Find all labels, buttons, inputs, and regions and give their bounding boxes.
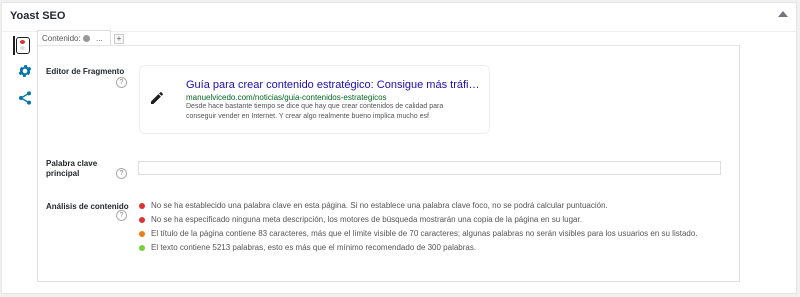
tab-status-dot xyxy=(83,35,90,42)
analysis-result-text: El título de la página contiene 83 carac… xyxy=(151,229,698,238)
analysis-result-text: El texto contiene 5213 palabras, esto es… xyxy=(151,243,477,252)
content-analysis-label: Análisis de contenido xyxy=(46,202,129,211)
analysis-result: El título de la página contiene 83 carac… xyxy=(138,229,718,239)
add-tab-button[interactable]: + xyxy=(114,34,124,44)
snippet-title: Guía para crear contenido estratégico: C… xyxy=(186,79,482,91)
gear-icon[interactable] xyxy=(17,63,37,83)
metabox-title: Yoast SEO xyxy=(10,10,66,22)
status-bullet-ok xyxy=(139,231,145,237)
analysis-results-list: No se ha establecido una palabra clave e… xyxy=(138,201,718,257)
focus-keyword-input[interactable] xyxy=(138,161,721,175)
share-icon-svg xyxy=(19,91,31,105)
snippet-editor-label: Editor de Fragmento xyxy=(46,67,125,76)
snippet-help-icon[interactable]: ? xyxy=(116,77,127,88)
content-analysis-help-icon[interactable]: ? xyxy=(116,210,127,221)
analysis-result: No se ha especificado ninguna meta descr… xyxy=(138,215,718,225)
analysis-result: No se ha establecido una palabra clave e… xyxy=(138,201,718,211)
tab-overflow: ... xyxy=(96,34,103,43)
metabox-header[interactable]: Yoast SEO xyxy=(2,3,796,32)
analysis-result-text: No se ha especificado ninguna meta descr… xyxy=(151,215,582,224)
analysis-result-text: No se ha establecido una palabra clave e… xyxy=(151,201,608,210)
pencil-icon[interactable] xyxy=(149,90,165,106)
status-bullet-good xyxy=(139,245,145,251)
share-icon[interactable] xyxy=(17,90,37,110)
tab-label: Contenido: xyxy=(42,34,81,43)
snippet-url: manuelvicedo.com/noticias/guia-contenido… xyxy=(186,93,387,102)
snippet-description: Desde hace bastante tiempo se dice que h… xyxy=(186,103,444,120)
focus-keyword-label-line1: Palabra clave xyxy=(46,159,98,168)
pencil-icon-svg xyxy=(151,92,163,104)
gear-icon-svg xyxy=(18,65,32,77)
focus-keyword-label-line2: principal xyxy=(46,169,80,178)
traffic-light-icon[interactable] xyxy=(13,36,30,55)
content-panel: Editor de Fragmento ? Guía para crear co… xyxy=(37,45,740,282)
tab-contenido[interactable]: Contenido: ... xyxy=(37,30,111,46)
focus-keyword-label: Palabra clave principal xyxy=(46,159,97,179)
traffic-light-red-lamp xyxy=(20,40,25,44)
collapse-toggle-icon[interactable] xyxy=(778,11,788,17)
traffic-light-off-lamp xyxy=(20,46,25,50)
status-bullet-bad xyxy=(139,203,145,209)
focus-keyword-help-icon[interactable]: ? xyxy=(116,168,127,179)
analysis-result: El texto contiene 5213 palabras, esto es… xyxy=(138,243,718,253)
snippet-preview[interactable]: Guía para crear contenido estratégico: C… xyxy=(139,65,490,134)
status-bullet-bad xyxy=(139,217,145,223)
